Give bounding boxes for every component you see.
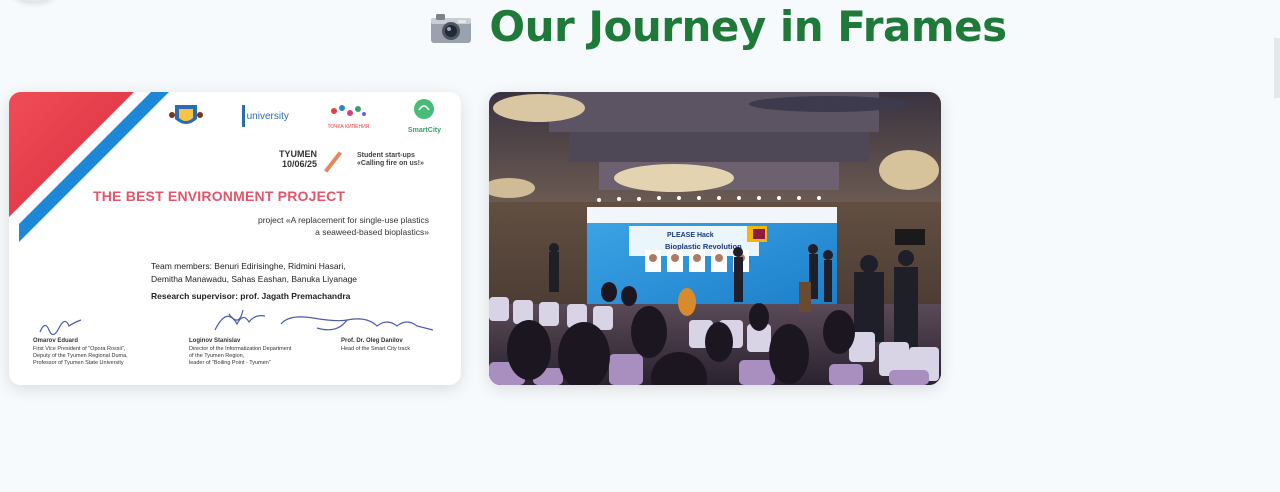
signer-block: Prof. Dr. Oleg Danilov Head of the Smart… — [341, 338, 411, 352]
signature — [214, 309, 266, 331]
event-photo: PLEASE Hack Bioplastic Revolution — [489, 92, 941, 385]
certificate-place-date: TYUMEN 10/06/25 — [279, 149, 317, 169]
coat-of-arms-icon — [169, 105, 203, 124]
signature — [280, 316, 434, 331]
signer-block: Loginov Stanislav Director of the Inform… — [189, 338, 292, 367]
signer-block: Omarov Eduard First Vice President of "O… — [33, 338, 128, 367]
smartcity-logo: SmartCity — [408, 98, 441, 134]
certificate-logos: university ТОЧКА КИПЕНИЯ SmartCity — [169, 98, 441, 134]
svg-text:Bioplastic Revolution: Bioplastic Revolution — [665, 242, 742, 251]
photo-gallery: university ТОЧКА КИПЕНИЯ SmartCity TYUME… — [9, 92, 941, 385]
gallery-item-event-photo[interactable]: PLEASE Hack Bioplastic Revolution — [489, 92, 941, 385]
page-title: Our Journey in Frames — [489, 2, 1007, 51]
certificate-image: university ТОЧКА КИПЕНИЯ SmartCity TYUME… — [9, 92, 461, 385]
certificate-supervisor: Research supervisor: prof. Jagath Premac… — [151, 291, 351, 301]
university-logo: university — [241, 105, 289, 127]
signature — [39, 319, 82, 336]
camera-icon — [431, 13, 472, 43]
gallery-item-certificate[interactable]: university ТОЧКА КИПЕНИЯ SmartCity TYUME… — [9, 92, 461, 385]
certificate-title: THE BEST ENVIRONMENT PROJECT — [93, 188, 346, 204]
tochka-logo: ТОЧКА КИПЕНИЯ — [327, 103, 369, 130]
certificate-track: Student start-ups «Calling fire on us!» — [357, 152, 424, 168]
certificate-project: project «A replacement for single-use pl… — [257, 215, 429, 238]
certificate-team: Team members: Benuri Edirisinghe, Ridmin… — [151, 261, 358, 285]
lightbulb-icon — [414, 99, 435, 119]
section-heading: Our Journey in Frames — [0, 2, 1280, 51]
svg-text:PLEASE Hack: PLEASE Hack — [667, 232, 714, 239]
